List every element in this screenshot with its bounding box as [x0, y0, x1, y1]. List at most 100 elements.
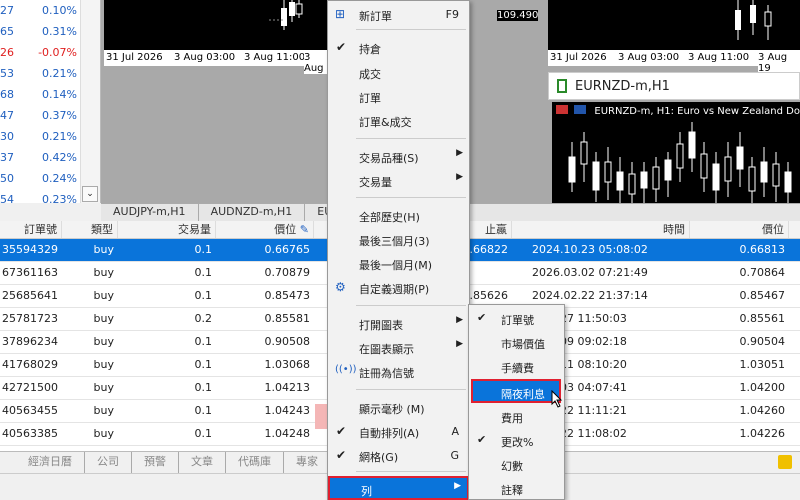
volume-cell: 0.1	[194, 335, 213, 348]
current-price-cell: 0.66813	[739, 243, 786, 256]
type-cell: buy	[93, 289, 114, 302]
change-percent: 0.37%	[42, 109, 77, 122]
menu-label: 隔夜利息	[501, 388, 545, 401]
menu-label: 註冊為信號	[359, 367, 414, 380]
submenu-item-market-value[interactable]: 市場價值	[469, 331, 564, 355]
submenu-item-magic[interactable]: 幻數	[469, 453, 564, 477]
column-header[interactable]: 價位	[690, 221, 789, 238]
menu-item-all-history[interactable]: 全部歷史(H)	[328, 204, 469, 228]
volume-cell: 0.1	[194, 404, 213, 417]
menu-label: 更改%	[501, 436, 534, 449]
menu-item-volumes[interactable]: 交易量 ▶	[328, 169, 469, 193]
chart-tab[interactable]: AUDJPY-m,H1	[101, 204, 199, 221]
column-header[interactable]: 類型	[62, 221, 118, 238]
menu-label: 最後三個月(3)	[359, 235, 430, 248]
type-cell: buy	[93, 381, 114, 394]
menu-item-last-3-months[interactable]: 最後三個月(3)	[328, 228, 469, 252]
column-header[interactable]: 時間	[512, 221, 690, 238]
open-price-cell: 1.04243	[264, 404, 311, 417]
menu-item-open-chart[interactable]: 打開圖表 ▶	[328, 312, 469, 336]
menu-item-show-milliseconds[interactable]: 顯示毫秒 (M)	[328, 396, 469, 420]
chart-window-title: EURNZD-m,H1	[575, 78, 670, 94]
check-icon: ✔	[477, 433, 487, 446]
menu-item-last-month[interactable]: 最後一個月(M)	[328, 252, 469, 276]
order-id-cell: 37896234	[2, 335, 58, 348]
time-label: 3 Aug 03:00	[174, 52, 236, 63]
menu-label: 成交	[359, 68, 381, 81]
gear-icon: ⚙	[335, 280, 346, 294]
submenu-item-order-id[interactable]: ✔ 訂單號	[469, 307, 564, 331]
menu-item-orders[interactable]: 訂單	[328, 85, 469, 109]
menu-item-symbols[interactable]: 交易品種(S) ▶	[328, 145, 469, 169]
type-cell: buy	[93, 404, 114, 417]
menu-item-grid[interactable]: ✔ 網格(G) G	[328, 444, 469, 468]
menu-item-orders-deals[interactable]: 訂單&成交	[328, 109, 469, 133]
terminal-tab[interactable]: 公司	[85, 452, 132, 473]
terminal-tab[interactable]: 代碼庫	[226, 452, 284, 473]
change-percent: 0.23%	[42, 193, 77, 206]
menu-item-custom-period[interactable]: ⚙ 自定義週期(P)	[328, 276, 469, 300]
open-price-cell: 0.70879	[264, 266, 311, 279]
open-price-cell: 0.66765	[264, 243, 311, 256]
time-label: 31 Jul 2026	[550, 52, 607, 63]
submenu-item-commission[interactable]: 手續費	[469, 355, 564, 379]
chart-window-1[interactable]	[104, 0, 327, 50]
menu-label: 全部歷史(H)	[359, 211, 420, 224]
market-watch-panel: 27 0.10% 65 0.31% 26 -0.07% 53 0.21% 68 0.14% 47 0.…	[0, 0, 101, 206]
menu-label: 註釋	[501, 484, 523, 497]
time-cell: 2026.03.02 07:21:49	[532, 266, 648, 279]
time-label: 3 Aug	[304, 52, 327, 74]
chart-tab[interactable]: AUDNZD-m,H1	[199, 204, 306, 221]
menu-item-new-order[interactable]: ⊞ 新訂單 F9	[328, 3, 469, 27]
chart-window-icon	[557, 79, 567, 93]
chevron-down-icon[interactable]: ⌄	[82, 186, 98, 202]
submenu-item-swap[interactable]: 隔夜利息	[471, 379, 561, 403]
chart-window-2[interactable]: EURNZD-m, H1: Euro vs New Zealand Dolla	[552, 102, 800, 206]
menu-item-register-signal[interactable]: ((•)) 註冊為信號	[328, 360, 469, 384]
submenu-item-comment[interactable]: 註釋	[469, 477, 564, 500]
menu-item-holdings[interactable]: ✔ 持倉	[328, 36, 469, 60]
edit-icon[interactable]: ✎	[300, 223, 309, 236]
column-header[interactable]: 價位 ✎	[216, 221, 314, 238]
time-label: 3 Aug 11:00	[244, 52, 306, 63]
current-price-cell: 1.03051	[739, 358, 786, 371]
menu-label: 訂單	[359, 92, 381, 105]
lock-icon[interactable]	[778, 455, 792, 469]
terminal-tab[interactable]: 文章	[179, 452, 226, 473]
chart-1-candles	[269, 0, 303, 30]
terminal-tab[interactable]: 專家	[284, 452, 331, 473]
menu-item-auto-arrange[interactable]: ✔ 自動排列(A) A	[328, 420, 469, 444]
terminal-tab[interactable]: 預警	[132, 452, 179, 473]
column-header[interactable]: 交易量	[118, 221, 216, 238]
submenu-item-fee[interactable]: 費用	[469, 405, 564, 429]
chart-2-main-candles	[568, 122, 792, 206]
submenu-item-change-percent[interactable]: ✔ 更改%	[469, 429, 564, 453]
plus-icon: ⊞	[335, 7, 346, 21]
price-label: 109.490	[497, 10, 539, 21]
menu-item-deals[interactable]: 成交	[328, 61, 469, 85]
volume-cell: 0.1	[194, 243, 213, 256]
change-percent: -0.07%	[38, 46, 77, 59]
column-header[interactable]: 訂單號	[0, 221, 62, 238]
menu-item-show-on-chart[interactable]: 在圖表顯示 ▶	[328, 336, 469, 360]
order-id-cell: 41768029	[2, 358, 58, 371]
terminal-tab[interactable]: 經濟日曆	[16, 452, 85, 473]
menu-label: 手續費	[501, 362, 534, 375]
change-percent: 0.21%	[42, 130, 77, 143]
market-watch-scrollbar[interactable]	[80, 0, 100, 203]
submenu-arrow-icon: ▶	[456, 148, 463, 158]
symbol-price-tail: 30	[0, 130, 14, 143]
menu-label: 費用	[501, 412, 523, 425]
menu-label: 打開圖表	[359, 319, 403, 332]
change-percent: 0.10%	[42, 4, 77, 17]
menu-separator	[356, 389, 466, 390]
check-icon: ✔	[336, 424, 347, 438]
order-id-cell: 40563385	[2, 427, 58, 440]
check-icon: ✔	[477, 311, 487, 324]
chart-window-title-bar[interactable]: EURNZD-m,H1	[548, 72, 800, 100]
chart-window-2-top[interactable]	[548, 0, 800, 50]
current-price-cell: 1.04260	[739, 404, 786, 417]
order-id-cell: 67361163	[2, 266, 58, 279]
menu-label: 在圖表顯示	[359, 343, 414, 356]
menu-item-columns[interactable]: 列 ▶	[328, 476, 469, 500]
